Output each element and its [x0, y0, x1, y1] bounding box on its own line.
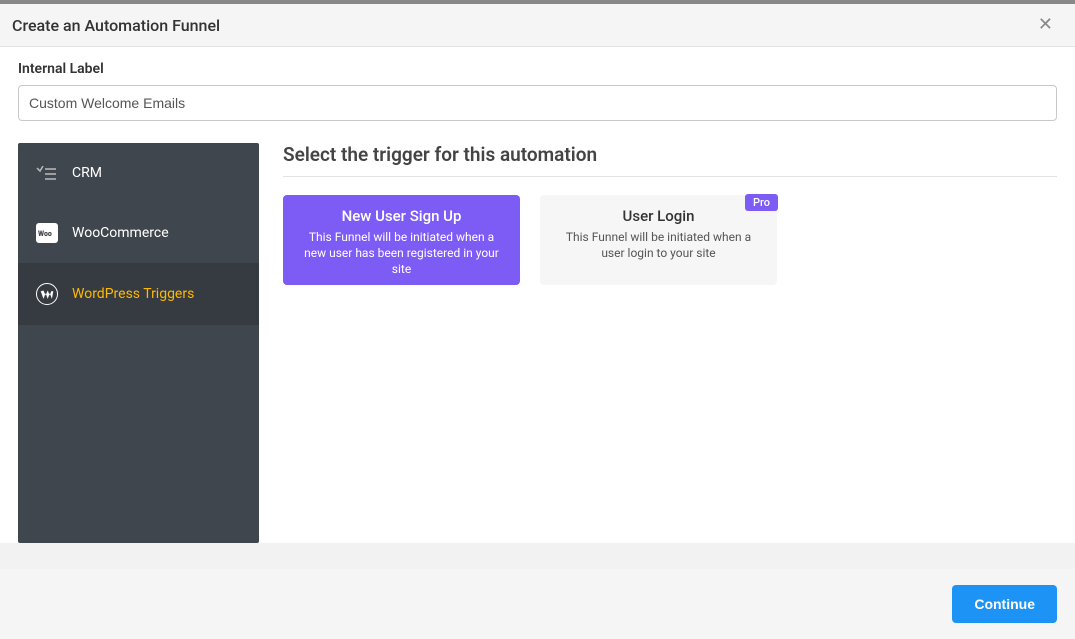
sidebar-item-label: CRM: [72, 165, 102, 181]
continue-button[interactable]: Continue: [952, 585, 1057, 623]
woo-icon: Woo: [36, 223, 58, 243]
modal-title: Create an Automation Funnel: [12, 16, 220, 35]
trigger-card-new-user-signup[interactable]: New User Sign Up This Funnel will be ini…: [283, 195, 520, 285]
section-title: Select the trigger for this automation: [283, 143, 1057, 177]
wordpress-icon: [36, 283, 58, 305]
internal-label-input[interactable]: [18, 85, 1057, 121]
trigger-card-user-login[interactable]: Pro User Login This Funnel will be initi…: [540, 195, 777, 285]
sidebar-item-woocommerce[interactable]: Woo WooCommerce: [18, 203, 259, 263]
checklist-icon: [36, 163, 58, 183]
modal-footer: Continue: [0, 569, 1075, 639]
card-desc: This Funnel will be initiated when a new…: [297, 229, 506, 278]
sidebar-item-wordpress[interactable]: WordPress Triggers: [18, 263, 259, 325]
trigger-category-sidebar: CRM Woo WooCommerce WordPress Triggers: [18, 143, 259, 543]
sidebar-item-label: WordPress Triggers: [72, 286, 194, 302]
close-icon[interactable]: ✕: [1034, 14, 1057, 36]
content-columns: CRM Woo WooCommerce WordPress Triggers S…: [0, 143, 1075, 543]
sidebar-item-crm[interactable]: CRM: [18, 143, 259, 203]
card-title: New User Sign Up: [342, 207, 462, 225]
trigger-cards-row: New User Sign Up This Funnel will be ini…: [283, 195, 1057, 285]
sidebar-item-label: WooCommerce: [72, 225, 169, 241]
svg-text:Woo: Woo: [38, 230, 52, 238]
modal-header: Create an Automation Funnel ✕: [0, 4, 1075, 47]
card-desc: This Funnel will be initiated when a use…: [554, 229, 763, 261]
main-pane: Select the trigger for this automation N…: [283, 143, 1075, 543]
pro-badge: Pro: [745, 194, 778, 211]
card-title: User Login: [623, 207, 695, 225]
form-area: Internal Label: [0, 47, 1075, 143]
internal-label-title: Internal Label: [18, 61, 1057, 77]
